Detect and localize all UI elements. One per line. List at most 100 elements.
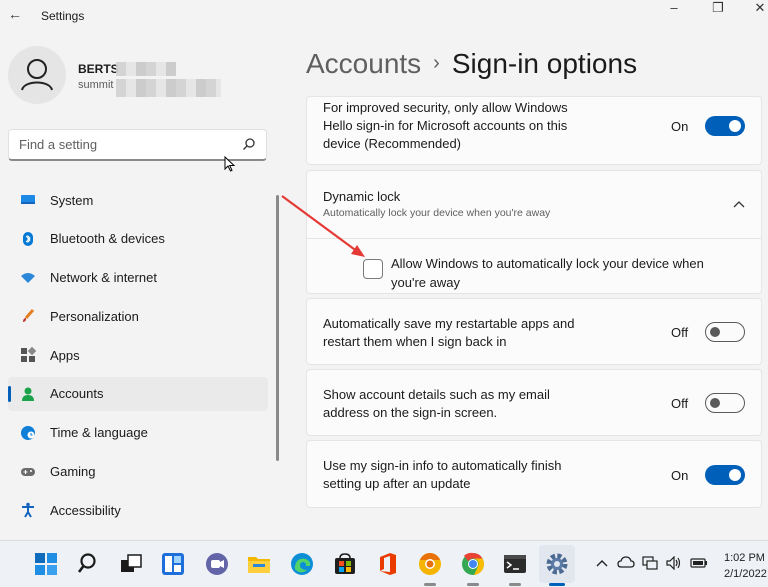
sidebar-item-label: Apps xyxy=(50,347,80,363)
taskbar: 1:02 PM 2/1/2022 xyxy=(0,540,768,587)
settings-icon[interactable] xyxy=(545,552,569,576)
breadcrumb-parent[interactable]: Accounts xyxy=(306,48,421,79)
toggle-switch[interactable] xyxy=(705,465,745,485)
onedrive-cloud-icon[interactable] xyxy=(617,556,635,568)
widgets-icon[interactable] xyxy=(161,552,185,576)
chrome-canary-icon[interactable] xyxy=(418,552,442,576)
sidebar-item-accessibility[interactable]: Accessibility xyxy=(8,493,268,527)
redacted-name xyxy=(116,62,176,76)
sidebar-item-label: Personalization xyxy=(50,308,139,324)
clock-date: 2/1/2022 xyxy=(724,568,767,580)
user-profile: BERTS summit xyxy=(8,46,268,106)
gamepad-icon xyxy=(21,467,35,476)
toggle-state-label: Off xyxy=(671,395,689,411)
toggle-state-label: Off xyxy=(671,324,689,340)
toggle-switch[interactable] xyxy=(705,322,745,342)
chrome-icon[interactable] xyxy=(461,552,485,576)
avatar xyxy=(8,46,66,104)
setting-card-account-details: Show account details such as my email ad… xyxy=(306,369,762,436)
network-icon[interactable] xyxy=(642,556,658,570)
setting-description: For improved security, only allow Window… xyxy=(323,100,568,151)
office-icon[interactable] xyxy=(376,552,400,576)
person-icon xyxy=(22,387,34,401)
brush-icon xyxy=(23,309,35,323)
file-explorer-icon[interactable] xyxy=(247,552,271,576)
toggle-control: On xyxy=(671,465,745,485)
toggle-switch[interactable] xyxy=(705,116,745,136)
teams-chat-icon[interactable] xyxy=(205,552,229,576)
tray-overflow-chevron-icon[interactable] xyxy=(596,554,608,572)
toggle-control: Off xyxy=(671,393,745,413)
dynamic-lock-checkbox[interactable] xyxy=(363,259,383,279)
sidebar-item-label: Accounts xyxy=(50,386,104,402)
monitor-icon xyxy=(21,195,35,204)
divider xyxy=(307,238,761,239)
sidebar-item-label: Network & internet xyxy=(50,270,157,286)
back-arrow-icon[interactable]: ← xyxy=(8,6,22,22)
page-title: Accounts › Sign-in options xyxy=(306,48,637,80)
sidebar-item-bluetooth[interactable]: Bluetooth & devices xyxy=(8,222,268,256)
sidebar-item-apps[interactable]: Apps xyxy=(8,338,268,372)
setting-card-restart-apps: Automatically save my restartable apps a… xyxy=(306,298,762,365)
setting-description: Show account details such as my email ad… xyxy=(323,387,550,420)
toggle-control: On xyxy=(671,116,745,136)
checkbox-label: Allow Windows to automatically lock your… xyxy=(391,256,704,290)
sidebar-item-label: Gaming xyxy=(50,464,96,480)
user-email: summit xyxy=(78,79,114,91)
toggle-state-label: On xyxy=(671,118,689,134)
running-indicator xyxy=(424,583,436,586)
running-indicator-active xyxy=(549,583,565,586)
mouse-cursor-icon xyxy=(224,156,236,172)
sidebar-item-network[interactable]: Network & internet xyxy=(8,261,268,295)
toggle-switch[interactable] xyxy=(705,393,745,413)
search-icon[interactable] xyxy=(242,137,256,156)
expander-title: Dynamic lock xyxy=(323,189,401,204)
search-icon[interactable] xyxy=(77,552,101,576)
setting-card-hello-only: For improved security, only allow Window… xyxy=(306,96,762,165)
accessibility-icon xyxy=(22,503,34,518)
terminal-icon[interactable] xyxy=(503,552,527,576)
sidebar-item-gaming[interactable]: Gaming xyxy=(8,455,268,489)
restore-button[interactable]: ❐ xyxy=(698,0,738,20)
setting-description: Automatically save my restartable apps a… xyxy=(323,316,575,349)
user-name: BERTS xyxy=(78,62,119,76)
sidebar-item-label: Bluetooth & devices xyxy=(50,231,165,247)
expander-subtitle: Automatically lock your device when you'… xyxy=(323,207,551,219)
sidebar-scrollbar[interactable] xyxy=(276,195,279,461)
sidebar-item-time-language[interactable]: Time & language xyxy=(8,416,268,450)
minimize-button[interactable]: – xyxy=(654,0,694,20)
sidebar-item-personalization[interactable]: Personalization xyxy=(8,299,268,333)
running-indicator xyxy=(509,583,521,586)
breadcrumb-separator: › xyxy=(433,52,440,74)
chevron-up-icon[interactable] xyxy=(733,195,745,213)
sidebar-nav: System Bluetooth & devices Network & int… xyxy=(8,183,268,532)
sidebar-item-accounts[interactable]: Accounts xyxy=(8,376,268,411)
close-button[interactable]: ✕ xyxy=(740,0,768,20)
setting-card-signin-info: Use my sign-in info to automatically fin… xyxy=(306,440,762,508)
sidebar-item-label: Accessibility xyxy=(50,502,121,518)
setting-description: Use my sign-in info to automatically fin… xyxy=(323,458,562,491)
task-view-icon[interactable] xyxy=(119,552,143,576)
breadcrumb-current: Sign-in options xyxy=(451,48,638,79)
volume-icon[interactable] xyxy=(666,556,682,570)
person-icon xyxy=(21,59,53,91)
toggle-state-label: On xyxy=(671,467,689,483)
bluetooth-icon xyxy=(23,231,33,246)
globe-clock-icon xyxy=(21,425,35,440)
sidebar-item-system[interactable]: System xyxy=(8,183,268,217)
start-icon[interactable] xyxy=(34,552,58,576)
setting-card-dynamic-lock: Dynamic lock Automatically lock your dev… xyxy=(306,170,762,294)
running-indicator xyxy=(467,583,479,586)
edge-icon[interactable] xyxy=(290,552,314,576)
taskbar-clock[interactable]: 1:02 PM 2/1/2022 xyxy=(724,550,767,582)
app-title: Settings xyxy=(41,9,85,23)
wifi-icon xyxy=(21,272,35,283)
search-input[interactable] xyxy=(9,130,229,158)
toggle-control: Off xyxy=(671,322,745,342)
battery-plug-icon[interactable] xyxy=(690,556,708,570)
clock-time: 1:02 PM xyxy=(724,552,765,564)
sidebar-item-label: System xyxy=(50,192,94,208)
store-icon[interactable] xyxy=(333,552,357,576)
apps-icon xyxy=(21,347,36,363)
redacted-email xyxy=(116,79,221,97)
